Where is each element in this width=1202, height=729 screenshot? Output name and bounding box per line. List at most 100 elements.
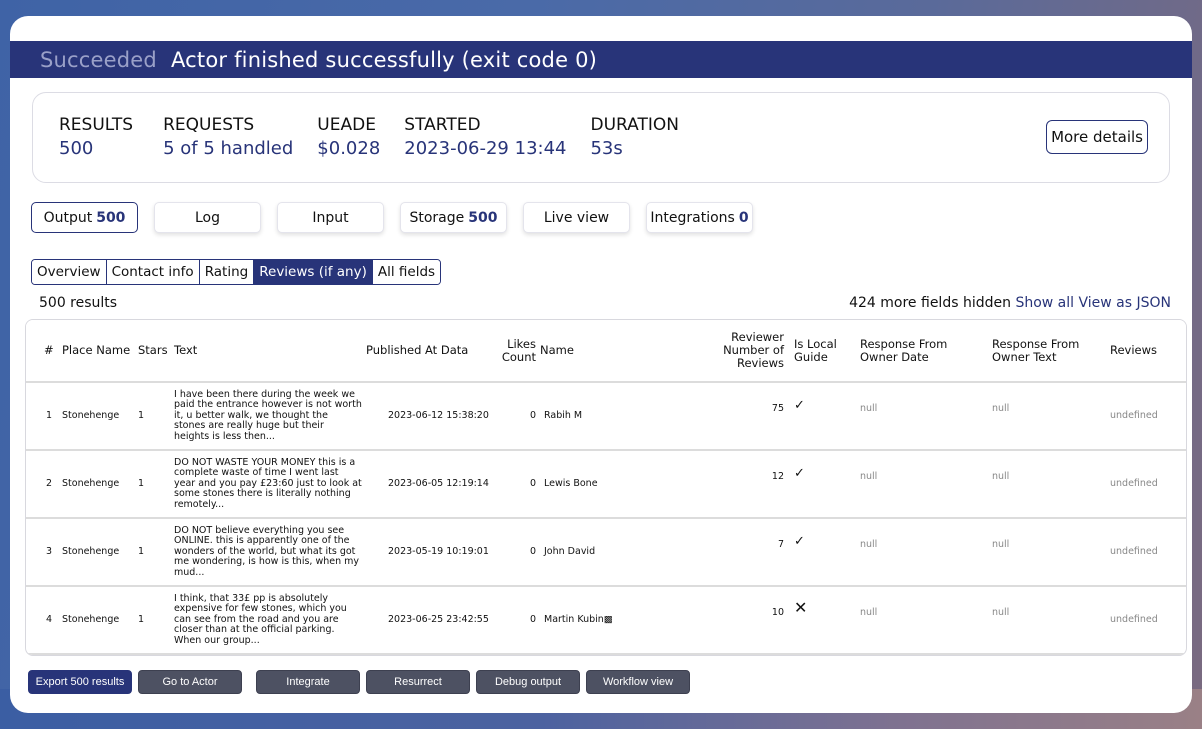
stat-label: RESULTS <box>59 114 134 135</box>
col-header-published[interactable]: Published At Data <box>364 320 496 383</box>
cell-owner-date: null <box>860 471 878 482</box>
actor-run-window: Succeeded Actor finished successfully (e… <box>10 16 1192 713</box>
cell-place: Stonehenge <box>62 477 120 489</box>
cell-owner-text: null <box>992 403 1010 414</box>
integrate-button[interactable]: Integrate <box>256 670 360 694</box>
col-header-text[interactable]: Text <box>172 320 364 383</box>
tab-label: Log <box>194 209 220 226</box>
tab-log[interactable]: Log <box>154 202 261 233</box>
cell-stars: 1 <box>138 409 145 421</box>
cell-likes: 0 <box>529 545 536 557</box>
stat-value: 500 <box>59 137 94 159</box>
stat-value: 2023-06-29 13:44 <box>404 137 567 159</box>
cell-name: Martin Kubin▩ <box>544 613 613 625</box>
tab-label: Live view <box>543 209 610 226</box>
cell-owner-date: null <box>860 403 878 414</box>
tab-count: 500 <box>96 209 126 226</box>
run-stats-card: RESULTS 500 REQUESTS 5 of 5 handled UEAD… <box>32 92 1170 183</box>
tab-label: Output <box>43 209 93 226</box>
results-table: # Place Name Stars Text Published At Dat… <box>25 319 1187 656</box>
cell-index: 1 <box>46 409 53 421</box>
table-header-row: # Place Name Stars Text Published At Dat… <box>26 320 1186 383</box>
table-row[interactable]: 1 Stonehenge 1 I have been there during … <box>26 382 1186 450</box>
cell-text: DO NOT believe everything you see ONLINE… <box>174 524 359 578</box>
cell-likes: 0 <box>529 613 536 625</box>
tab-label: Input <box>312 209 349 226</box>
stat-value: 53s <box>590 137 623 159</box>
results-count: 500 results <box>39 295 118 311</box>
stat-value: 5 of 5 handled <box>163 137 294 159</box>
stat-started: STARTED 2023-06-29 13:44 <box>404 114 566 162</box>
resurrect-button[interactable]: Resurrect <box>366 670 470 694</box>
cell-published: 2023-06-25 23:42:55 <box>388 613 489 625</box>
col-header-owner-date[interactable]: Response From Owner Date <box>858 320 990 383</box>
view-tab-reviews[interactable]: Reviews (if any) <box>254 260 373 284</box>
local-guide-check-icon: ✓ <box>794 534 805 549</box>
cell-reviews: undefined <box>1110 409 1158 421</box>
export-results-button[interactable]: Export 500 results <box>28 670 132 694</box>
view-tab-contact-info[interactable]: Contact info <box>106 260 200 284</box>
debug-output-button[interactable]: Debug output <box>476 670 580 694</box>
view-tabs: Overview Contact info Rating Reviews (if… <box>31 259 442 285</box>
cell-likes: 0 <box>529 477 536 489</box>
col-header-reviewer-reviews[interactable]: Reviewer Number of Reviews <box>688 320 786 383</box>
stat-results: RESULTS 500 <box>59 114 133 162</box>
view-as-json-link[interactable]: View as JSON <box>1078 295 1171 311</box>
cell-likes: 0 <box>529 409 536 421</box>
cell-published: 2023-06-12 15:38:20 <box>388 409 489 421</box>
cell-published: 2023-05-19 10:19:01 <box>388 545 489 557</box>
cell-published: 2023-06-05 12:19:14 <box>388 477 489 489</box>
tab-label: Storage <box>409 209 465 226</box>
more-details-button[interactable]: More details <box>1046 120 1148 154</box>
go-to-actor-button[interactable]: Go to Actor <box>138 670 242 694</box>
col-header-stars[interactable]: Stars <box>136 320 172 383</box>
cell-reviewer-reviews: 12 <box>771 471 784 482</box>
cell-stars: 1 <box>138 545 145 557</box>
cell-stars: 1 <box>138 477 145 489</box>
table-row[interactable]: 4 Stonehenge 1 I think, that 33£ pp is a… <box>26 586 1186 654</box>
table-row[interactable]: 2 Stonehenge 1 DO NOT WASTE YOUR MONEY t… <box>26 450 1186 518</box>
col-header-index[interactable]: # <box>26 320 60 383</box>
action-bar: Export 500 results Go to Actor Integrate… <box>28 670 696 694</box>
view-tab-overview[interactable]: Overview <box>32 260 107 284</box>
local-guide-check-icon: ✓ <box>794 466 805 481</box>
tab-storage[interactable]: Storage 500 <box>400 202 507 233</box>
tab-input[interactable]: Input <box>277 202 384 233</box>
col-header-place-name[interactable]: Place Name <box>60 320 136 383</box>
stat-value: $0.028 <box>317 137 381 159</box>
col-header-local-guide[interactable]: Is Local Guide <box>786 320 858 383</box>
cell-index: 3 <box>46 545 53 557</box>
col-header-name[interactable]: Name <box>538 320 688 383</box>
cell-reviews: undefined <box>1110 613 1158 625</box>
tab-live-view[interactable]: Live view <box>523 202 630 233</box>
tab-output[interactable]: Output 500 <box>31 202 138 233</box>
tab-integrations[interactable]: Integrations 0 <box>646 202 753 233</box>
cell-reviews: undefined <box>1110 477 1158 489</box>
stat-duration: DURATION 53s <box>590 114 678 162</box>
show-all-link[interactable]: Show all <box>1015 295 1074 311</box>
cell-place: Stonehenge <box>62 613 120 625</box>
cell-place: Stonehenge <box>62 409 120 421</box>
cell-name: Rabih M <box>544 409 583 421</box>
view-tab-rating[interactable]: Rating <box>199 260 255 284</box>
fields-hidden-info: 424 more fields hidden Show all View as … <box>849 295 1171 311</box>
table-row[interactable]: 3 Stonehenge 1 DO NOT believe everything… <box>26 518 1186 586</box>
cell-name: Lewis Bone <box>544 477 598 489</box>
col-header-owner-text[interactable]: Response From Owner Text <box>990 320 1108 383</box>
cell-owner-date: null <box>860 539 878 550</box>
view-tab-all-fields[interactable]: All fields <box>372 260 441 284</box>
cell-text: I have been there during the week we pai… <box>174 388 362 442</box>
cell-owner-text: null <box>992 607 1010 618</box>
cell-name: John David <box>544 545 596 557</box>
status-bar: Succeeded Actor finished successfully (e… <box>10 41 1192 78</box>
local-guide-check-icon: ✓ <box>794 398 805 413</box>
hidden-fields-text: 424 more fields hidden <box>849 295 1011 311</box>
stat-label: REQUESTS <box>163 114 255 135</box>
col-header-reviews[interactable]: Reviews <box>1108 320 1186 383</box>
cell-stars: 1 <box>138 613 145 625</box>
workflow-view-button[interactable]: Workflow view <box>586 670 690 694</box>
tab-label: Integrations <box>650 209 735 226</box>
cell-index: 4 <box>46 613 53 625</box>
cell-reviews: undefined <box>1110 545 1158 557</box>
col-header-likes[interactable]: Likes Count <box>496 320 538 383</box>
